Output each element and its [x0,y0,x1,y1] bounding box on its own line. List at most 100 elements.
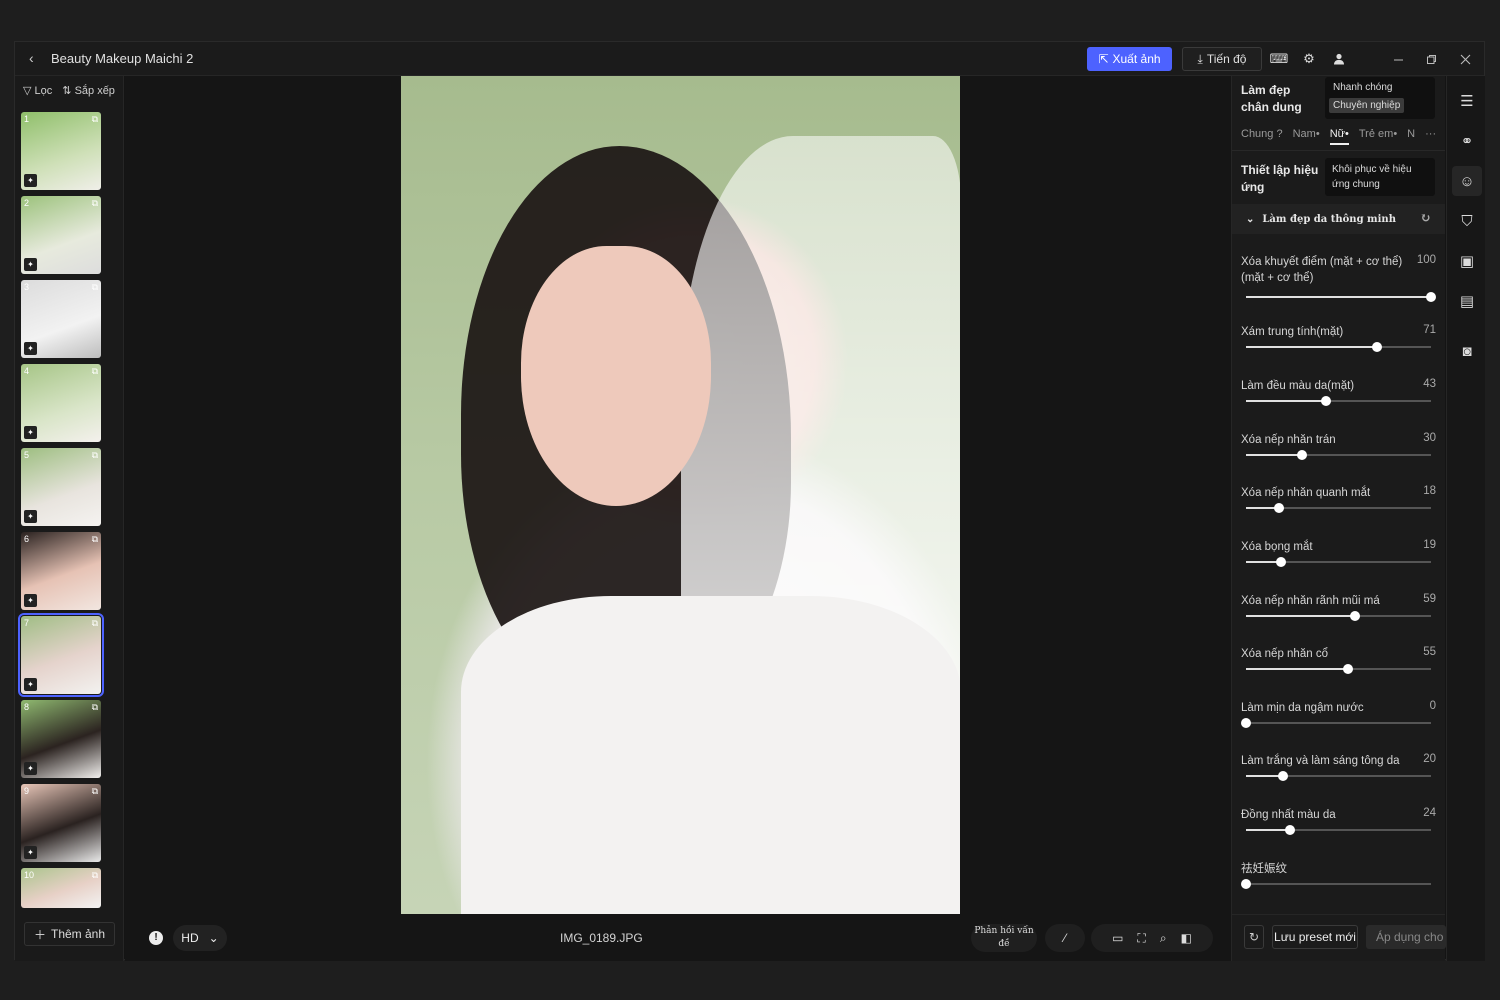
slider-value[interactable]: 18 [1423,485,1436,497]
slider-track[interactable] [1241,879,1431,889]
thumbnail-8[interactable]: 8 ⧉ ✦ [21,700,101,778]
save-preset-button[interactable]: Lưu preset mới [1272,925,1358,949]
slider-value[interactable]: 0 [1430,700,1436,712]
apply-to-button[interactable]: Áp dụng cho [1366,925,1446,949]
open-external-icon[interactable]: ⧉ [92,282,98,293]
slider-value[interactable]: 43 [1423,378,1436,390]
slider-thumb[interactable] [1320,396,1331,406]
fit-screen-icon[interactable]: ⛶ [1137,931,1145,946]
split-view-icon[interactable]: ◧ [1181,931,1192,945]
thumbnail-5[interactable]: 5 ⧉ ✦ [21,448,101,526]
slider-track[interactable] [1246,611,1431,621]
tab-female[interactable]: Nữ• [1329,128,1349,145]
restore-window-icon[interactable] [1421,49,1441,69]
slider-track[interactable] [1241,718,1431,728]
open-external-icon[interactable]: ⧉ [92,114,98,125]
thumbnail-2[interactable]: 2 ⧉ ✦ [21,196,101,274]
main-photo[interactable] [401,76,960,914]
quality-select[interactable]: HD ⌄ [173,925,227,951]
slider-thumb[interactable] [1426,292,1436,302]
open-external-icon[interactable]: ⧉ [92,618,98,629]
adjustments-icon[interactable]: ☰ [1452,86,1482,116]
slider-value[interactable]: 24 [1423,807,1436,819]
user-icon[interactable] [1329,49,1349,69]
slider-value[interactable]: 19 [1423,539,1436,551]
slider-track[interactable] [1246,450,1431,460]
open-external-icon[interactable]: ⧉ [92,450,98,461]
slider-thumb[interactable] [1285,825,1296,835]
minimize-icon[interactable] [1388,49,1408,69]
open-external-icon[interactable]: ⧉ [92,534,98,545]
thumbnail-1[interactable]: 1 ⧉ ✦ [21,112,101,190]
slider-value[interactable]: 71 [1423,324,1436,336]
reset-all-button[interactable]: ↻ [1244,925,1264,949]
mode-dropdown[interactable]: Nhanh chóng Chuyên nghiệp [1325,77,1435,119]
restore-defaults-button[interactable]: Khôi phục về hiệu ứng chung [1325,158,1435,196]
slider-track[interactable] [1246,503,1431,513]
close-icon[interactable] [1455,49,1475,69]
slider-thumb[interactable] [1342,664,1353,674]
slider-value[interactable]: 20 [1423,753,1436,765]
gear-icon[interactable]: ⚙ [1299,49,1319,69]
zoom-icon[interactable]: ⌕ [1160,931,1167,946]
slider-thumb[interactable] [1276,557,1287,567]
mode-option-quick[interactable]: Nhanh chóng [1333,82,1393,93]
thumbnail-9[interactable]: 9 ⧉ ✦ [21,784,101,862]
open-external-icon[interactable]: ⧉ [92,702,98,713]
slider-value[interactable]: 30 [1423,432,1436,444]
slider-value[interactable]: 100 [1417,254,1436,266]
open-external-icon[interactable]: ⧉ [92,870,98,881]
color-icon[interactable]: ⚭ [1452,126,1482,156]
feedback-button[interactable]: Phản hồi vấn đề [971,924,1037,952]
more-icon[interactable]: ··· [1425,128,1436,145]
thumbnail-7[interactable]: 7 ⧉ ✦ [18,613,104,697]
tab-more[interactable]: N [1407,128,1415,145]
keyboard-icon[interactable]: ⌨ [1269,49,1289,69]
slider-track[interactable] [1246,342,1431,352]
open-external-icon[interactable]: ⧉ [92,198,98,209]
view-tools: ▭ ⛶ ⌕ ◧ [1091,924,1213,952]
back-icon[interactable]: ‹ [29,50,34,66]
slider-thumb[interactable] [1278,771,1288,781]
slider-track[interactable] [1246,825,1431,835]
slider-track[interactable] [1246,396,1431,406]
image-icon[interactable]: ▣ [1452,246,1482,276]
slider-value[interactable]: 59 [1423,593,1436,605]
text-card-icon[interactable]: ▤ [1452,286,1482,316]
clothing-icon[interactable]: ⛉ [1452,206,1482,236]
thumbnail-6[interactable]: 6 ⧉ ✦ [21,532,101,610]
project-title: Beauty Makeup Maichi 2 [51,51,194,66]
thumbnail-4[interactable]: 4 ⧉ ✦ [21,364,101,442]
thumbnail-10[interactable]: 10 ⧉ [21,868,101,908]
slider-value[interactable]: 55 [1423,646,1436,658]
add-photo-button[interactable]: ＋ Thêm ảnh [24,922,115,946]
filter-button[interactable]: ▽ Lọc [23,84,52,97]
tab-kids[interactable]: Trẻ em• [1359,128,1397,145]
slider-thumb[interactable] [1296,450,1307,460]
slider-thumb[interactable] [1241,718,1251,728]
progress-button[interactable]: ⤓ Tiến độ [1182,47,1262,71]
open-external-icon[interactable]: ⧉ [92,366,98,377]
slider-thumb[interactable] [1372,342,1383,352]
sort-button[interactable]: ⇅ Sắp xếp [62,84,115,97]
tab-male[interactable]: Nam• [1293,128,1320,145]
export-button[interactable]: ⇱ Xuất ảnh [1087,47,1172,71]
open-external-icon[interactable]: ⧉ [92,786,98,797]
smart-skin-section[interactable]: ⌄ Làm đẹp da thông minh ↻ [1232,204,1445,234]
compare-toggle[interactable]: ⁄ [1045,924,1085,952]
slider-thumb[interactable] [1241,879,1251,889]
reset-icon[interactable]: ↻ [1420,211,1431,226]
slider-thumb[interactable] [1350,611,1361,621]
actual-size-icon[interactable]: ▭ [1112,931,1123,945]
slider-track[interactable] [1246,664,1431,674]
info-icon[interactable]: ! [149,931,163,945]
slider-track[interactable] [1246,771,1431,781]
thumbnail-3[interactable]: 3 ⧉ ✦ [21,280,101,358]
mode-option-pro[interactable]: Chuyên nghiệp [1329,98,1405,113]
slider-track[interactable] [1246,292,1436,302]
face-retouch-icon[interactable]: ☺ [1452,166,1482,196]
camera-icon[interactable]: ◙ [1452,336,1482,366]
tab-general[interactable]: Chung ? [1241,128,1283,145]
slider-track[interactable] [1246,557,1431,567]
slider-thumb[interactable] [1274,503,1285,513]
